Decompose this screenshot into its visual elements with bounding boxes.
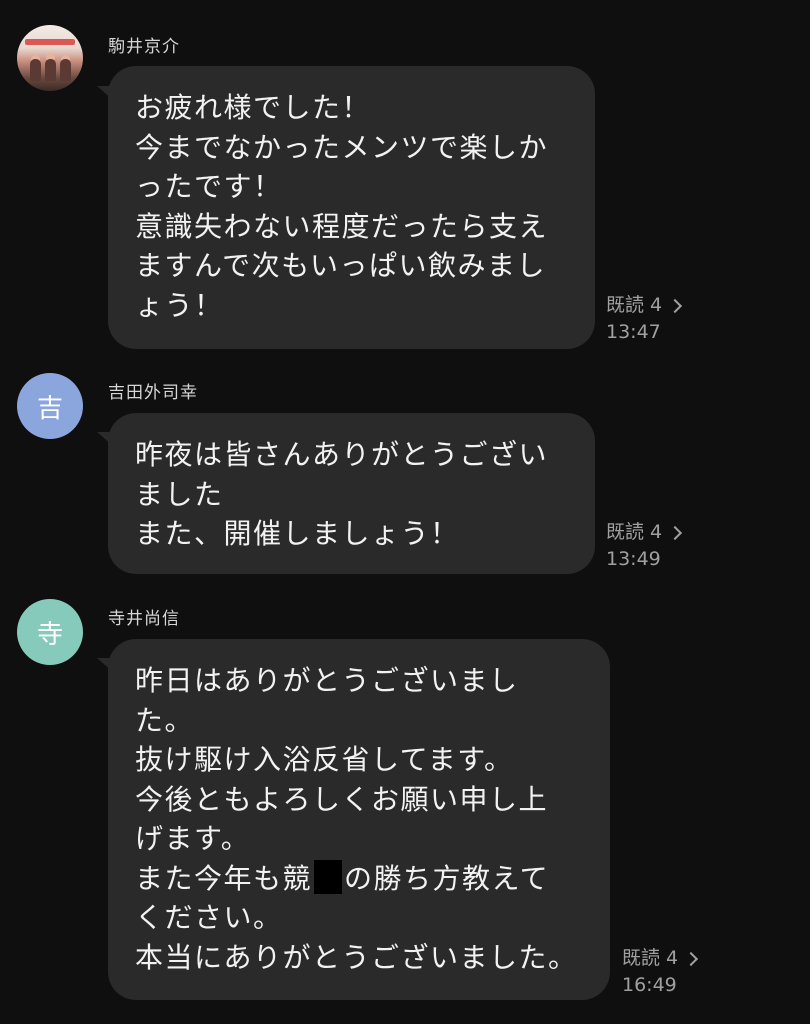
read-receipt[interactable]: 既読 4 xyxy=(606,292,683,319)
read-receipt[interactable]: 既読 4 xyxy=(606,519,683,546)
chevron-right-icon xyxy=(684,951,699,966)
avatar-figure xyxy=(60,59,71,81)
sender-name: 駒井京介 xyxy=(108,37,180,57)
read-receipt[interactable]: 既読 4 xyxy=(622,945,699,972)
read-count: 既読 4 xyxy=(606,294,663,316)
avatar-initial: 吉 xyxy=(36,393,63,424)
message-bubble[interactable]: お疲れ様でした！ 今までなかったメンツで楽しか ったです！ 意識失わない程度だっ… xyxy=(108,66,595,349)
chevron-right-icon xyxy=(668,525,683,540)
avatar[interactable]: 吉 xyxy=(17,373,83,439)
avatar-figure xyxy=(45,59,56,81)
message-bubble[interactable]: 昨夜は皆さんありがとうござい ました また、開催しましょう！ xyxy=(108,413,595,574)
read-count: 既読 4 xyxy=(622,947,679,969)
message-meta: 既読 4 16:49 xyxy=(622,945,699,999)
message-bubble[interactable]: 昨日はありがとうございまし た。 抜け駆け入浴反省してます。 今後ともよろしくお… xyxy=(108,639,610,1000)
redaction-block xyxy=(314,859,343,894)
message-meta: 既読 4 13:47 xyxy=(606,292,683,346)
chat-thread: 駒井京介 お疲れ様でした！ 今までなかったメンツで楽しか ったです！ 意識失わな… xyxy=(0,0,810,1024)
avatar-banner xyxy=(25,39,75,45)
avatar-figure xyxy=(30,59,41,81)
sender-name: 吉田外司幸 xyxy=(108,383,198,403)
timestamp: 16:49 xyxy=(622,974,677,996)
read-count: 既読 4 xyxy=(606,521,663,543)
avatar[interactable] xyxy=(17,25,83,91)
timestamp: 13:49 xyxy=(606,548,661,570)
avatar[interactable]: 寺 xyxy=(17,599,83,665)
chevron-right-icon xyxy=(668,298,683,313)
timestamp: 13:47 xyxy=(606,321,661,343)
message-meta: 既読 4 13:49 xyxy=(606,519,683,573)
avatar-initial: 寺 xyxy=(36,619,63,650)
sender-name: 寺井尚信 xyxy=(108,609,180,629)
